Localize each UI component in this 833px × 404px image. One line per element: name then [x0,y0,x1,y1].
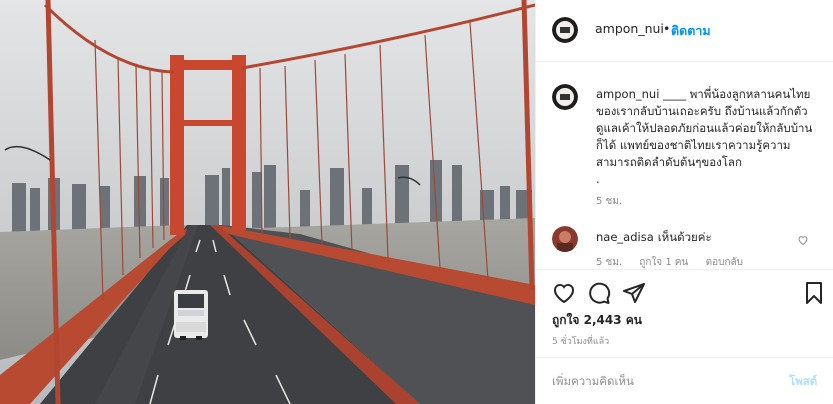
caption-username[interactable]: ampon_nui [596,87,659,101]
post-time[interactable]: 5 ชั่วโมงที่แล้ว [552,334,609,348]
post-photo[interactable] [0,0,535,404]
commenter-avatar[interactable] [552,226,578,252]
comment-body: เห็นด้วยค่ะ [657,230,712,244]
author-username[interactable]: ampon_nui [595,21,664,36]
bookmark-icon[interactable] [802,281,826,305]
post-header: ampon_nui • ติดตาม [536,0,833,62]
follow-button[interactable]: ติดตาม [671,21,711,41]
comment-likes[interactable]: ถูกใจ 1 คน [639,257,688,268]
comment-like-icon[interactable] [797,234,809,246]
caption-time[interactable]: 5 ชม. [596,194,622,209]
caption-text: ampon_nui ____ พาพี่น้องลูกหลานคนไทยของเ… [596,86,828,188]
post-comment-button[interactable]: โพสต์ [789,373,817,391]
comment-icon[interactable] [587,281,611,305]
caption-body: ____ พาพี่น้องลูกหลานคนไทยของเรากลับบ้าน… [596,87,813,186]
author-avatar[interactable] [552,17,578,43]
comment-username[interactable]: nae_adisa [596,230,654,244]
caption-avatar[interactable] [552,84,578,110]
comment-meta: 5 ชม. ถูกใจ 1 คน ตอบกลับ [596,255,757,270]
comment-time[interactable]: 5 ชม. [596,257,622,268]
post-actions: ถูกใจ 2,443 คน 5 ชั่วโมงที่แล้ว [536,269,833,369]
comment-text: nae_adisa เห็นด้วยค่ะ [596,229,712,247]
separator-dot: • [663,21,671,36]
post-side-panel: ampon_nui • ติดตาม ampon_nui ____ พาพี่น… [535,0,833,404]
share-icon[interactable] [622,281,646,305]
heart-icon[interactable] [552,281,576,305]
likes-count[interactable]: ถูกใจ 2,443 คน [552,311,642,330]
comment-input[interactable] [552,372,762,390]
comment-reply-button[interactable]: ตอบกลับ [706,257,743,268]
bridge-photo [0,0,535,404]
add-comment-bar: โพสต์ [536,357,833,404]
